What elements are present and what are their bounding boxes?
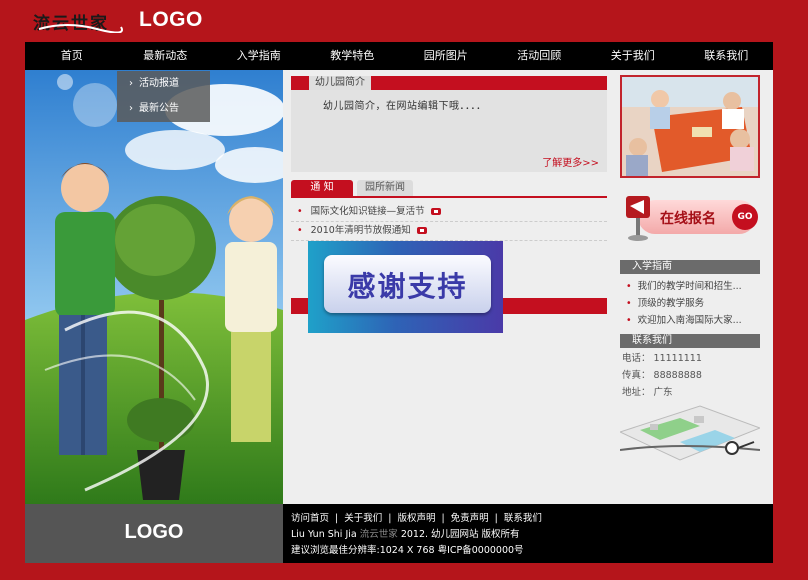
list-item[interactable]: • 国际文化知识链接—复活节 <box>291 203 607 222</box>
thanks-overlay-banner: 感谢支持 <box>308 241 503 333</box>
main-nav: 首页 最新动态 入学指南 教学特色 园所图片 活动回顾 关于我们 联系我们 <box>25 42 773 70</box>
copyright-prefix: Liu Yun Shi Jia <box>291 529 357 540</box>
chevron-right-icon: › <box>129 78 133 89</box>
list-item[interactable]: • 欢迎加入南海国际大家... <box>620 312 760 329</box>
brand-calligraphy-logo[interactable]: 流云世家 <box>33 5 129 35</box>
tab-notices[interactable]: 通 知 <box>291 180 353 196</box>
footer-resolution-note: 建议浏览最佳分辨率:1024 X 768 粤ICP备0000000号 <box>291 545 524 556</box>
nav-item-contact[interactable]: 联系我们 <box>680 42 774 70</box>
divider: | <box>441 513 445 524</box>
bullet-icon: • <box>297 206 303 217</box>
thanks-text: 感谢支持 <box>347 270 468 303</box>
nav-item-gallery[interactable]: 园所图片 <box>399 42 493 70</box>
nav-item-news[interactable]: 最新动态 <box>119 42 213 70</box>
intro-header-bar: 幼儿园简介 <box>291 76 607 90</box>
submenu-item-label: 活动报道 <box>139 78 179 89</box>
learn-more-link[interactable]: 了解更多>> <box>542 154 599 169</box>
guide-item-label: 欢迎加入南海国际大家... <box>637 315 742 326</box>
admission-guide-header: 入学指南 <box>620 260 760 274</box>
contact-info: 电话： 11111111 传真： 88888888 地址： 广东 <box>622 350 762 401</box>
submenu-item-label: 最新公告 <box>139 103 179 114</box>
nav-item-activities[interactable]: 活动回顾 <box>493 42 587 70</box>
copyright-brand: 流云世家 <box>359 529 398 540</box>
contact-address: 地址： 广东 <box>622 387 673 398</box>
copyright-suffix: 2012. 幼儿园网站 版权所有 <box>400 529 520 540</box>
contact-header: 联系我们 <box>620 334 760 348</box>
footer-link-disclaimer[interactable]: 免责声明 <box>451 513 489 524</box>
hero-banner-image <box>25 70 283 504</box>
nav-item-home[interactable]: 首页 <box>25 42 119 70</box>
list-item[interactable]: • 顶级的教学服务 <box>620 295 760 312</box>
submenu-item-activity-reports[interactable]: › 活动报道 <box>117 71 210 96</box>
nav-item-teaching[interactable]: 教学特色 <box>306 42 400 70</box>
submenu-item-announcements[interactable]: › 最新公告 <box>117 96 210 121</box>
top-bar: 流云世家 LOGO <box>0 0 808 42</box>
bullet-icon: • <box>297 225 303 236</box>
divider: | <box>388 513 392 524</box>
contact-phone: 电话： 11111111 <box>622 353 702 364</box>
signup-label: 在线报名 <box>660 211 716 227</box>
map-illustration <box>618 405 762 461</box>
footer-link-copyright[interactable]: 版权声明 <box>397 513 435 524</box>
guide-item-label: 顶级的教学服务 <box>637 298 705 309</box>
online-signup-button[interactable]: 在线报名 GO <box>620 186 760 246</box>
news-tabs: 通 知 园所新闻 <box>291 180 607 198</box>
guide-item-label: 我们的教学时间和招生... <box>637 281 742 292</box>
megaphone-icon <box>626 196 650 241</box>
footer-copyright: Liu Yun Shi Jia 流云世家 2012. 幼儿园网站 版权所有 <box>291 527 773 543</box>
footer-links: 访问首页 | 关于我们 | 版权声明 | 免责声明 | 联系我们 <box>291 511 773 527</box>
header-logo[interactable]: LOGO <box>139 8 203 32</box>
news-item-title: 国际文化知识链接—复活节 <box>310 206 425 217</box>
contact-fax: 传真： 88888888 <box>622 370 702 381</box>
tab-school-news[interactable]: 园所新闻 <box>357 180 413 196</box>
divider: | <box>494 513 498 524</box>
chevron-right-icon: › <box>129 103 133 114</box>
hero-illustration <box>25 70 283 504</box>
footer-link-contact[interactable]: 联系我们 <box>504 513 542 524</box>
classroom-photo[interactable] <box>620 75 760 178</box>
classroom-photo-illustration <box>622 77 758 176</box>
admission-guide-list: • 我们的教学时间和招生... • 顶级的教学服务 • 欢迎加入南海国际大家... <box>620 278 760 329</box>
intro-tab-label: 幼儿园简介 <box>309 76 371 90</box>
bullet-icon: • <box>626 315 632 326</box>
news-submenu: › 活动报道 › 最新公告 <box>117 71 210 122</box>
new-badge-icon <box>430 208 441 215</box>
go-button[interactable]: GO <box>732 204 758 230</box>
footer-logo[interactable]: LOGO <box>25 504 283 563</box>
intro-panel: 幼儿园简介，在网站编辑下哦．．．． 了解更多>> <box>291 90 607 172</box>
bullet-icon: • <box>626 281 632 292</box>
new-badge-icon <box>416 227 427 234</box>
footer-link-about[interactable]: 关于我们 <box>344 513 382 524</box>
location-map-image[interactable] <box>618 402 762 468</box>
news-item-title: 2010年清明节放假通知 <box>310 225 411 236</box>
list-item[interactable]: • 我们的教学时间和招生... <box>620 278 760 295</box>
bullet-icon: • <box>626 298 632 309</box>
nav-item-admission[interactable]: 入学指南 <box>212 42 306 70</box>
intro-text: 幼儿园简介，在网站编辑下哦．．．． <box>323 101 487 112</box>
divider: | <box>335 513 339 524</box>
thanks-card: 感谢支持 <box>324 255 491 313</box>
nav-item-about[interactable]: 关于我们 <box>586 42 680 70</box>
news-list: • 国际文化知识链接—复活节 • 2010年清明节放假通知 <box>291 203 607 241</box>
footer-link-home[interactable]: 访问首页 <box>291 513 329 524</box>
list-item[interactable]: • 2010年清明节放假通知 <box>291 222 607 241</box>
brand-swoosh-icon <box>38 24 123 33</box>
footer: 访问首页 | 关于我们 | 版权声明 | 免责声明 | 联系我们 Liu Yun Shi Jia… <box>283 504 773 563</box>
